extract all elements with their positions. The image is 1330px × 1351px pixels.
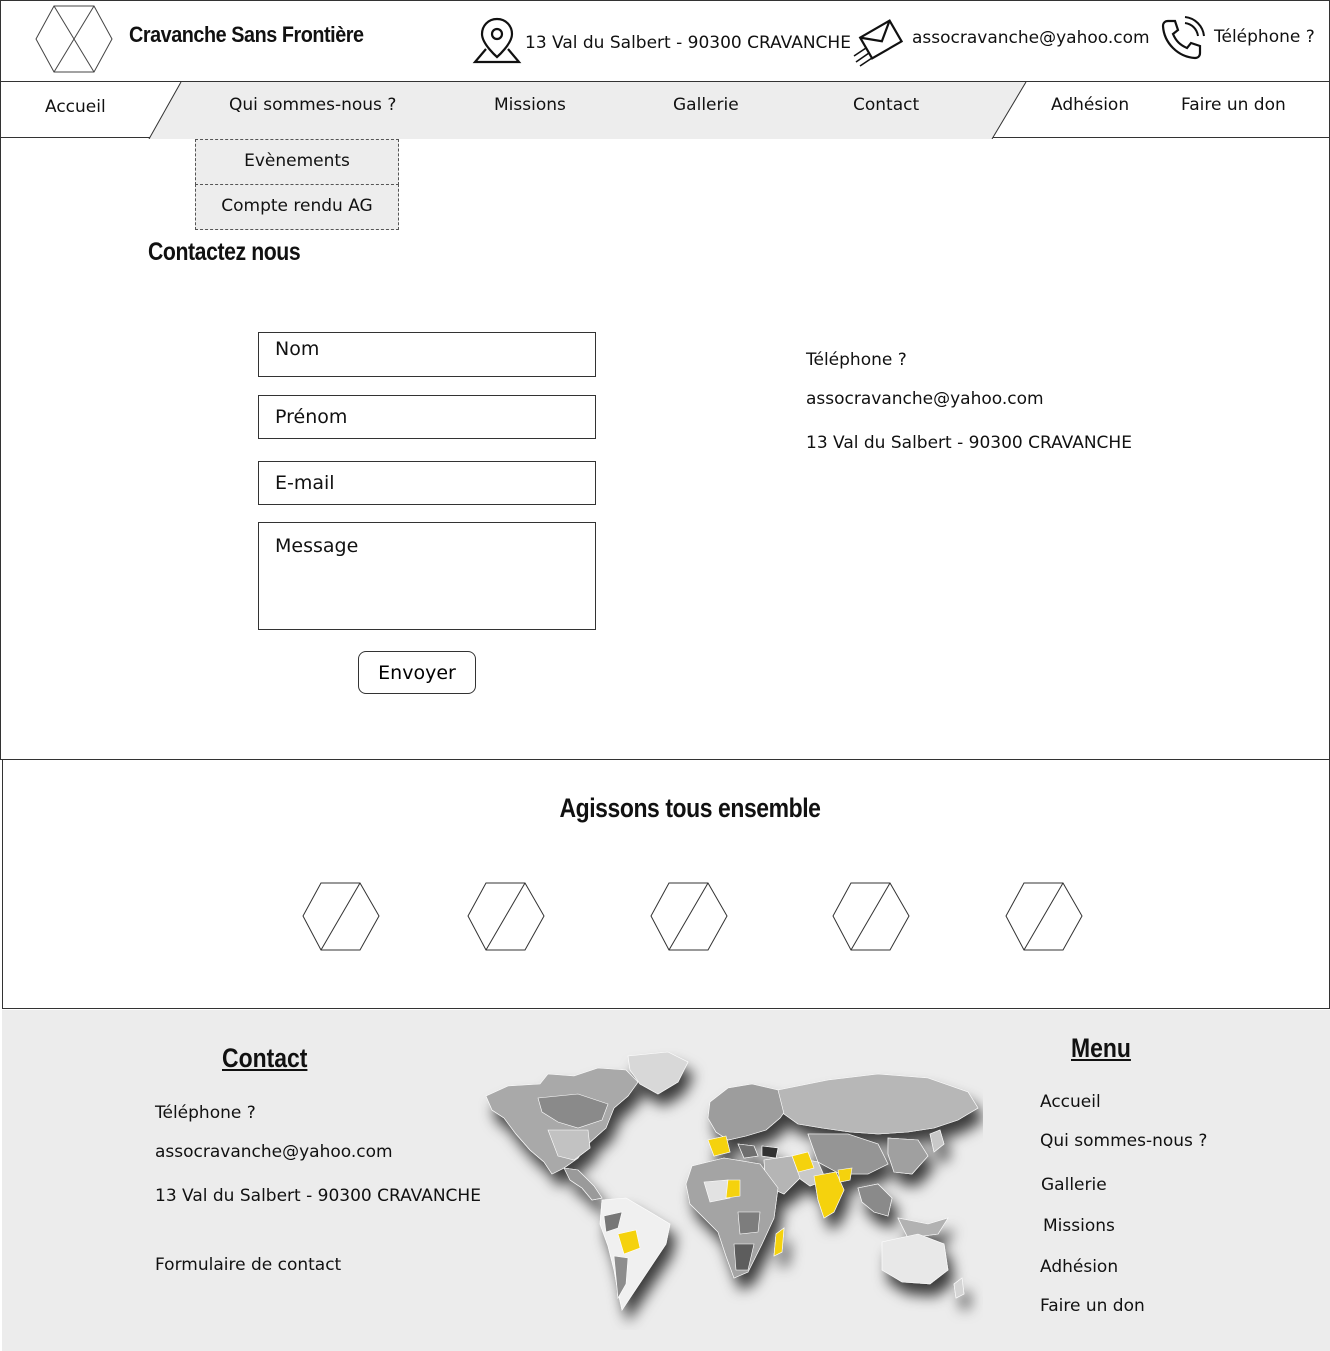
message-field[interactable] xyxy=(258,522,596,630)
world-map-icon xyxy=(485,1051,979,1311)
dropdown-item-evenements[interactable]: Evènements xyxy=(195,139,399,185)
nav-band xyxy=(148,82,1027,139)
main-nav: Accueil Qui sommes-nous ? Missions Galle… xyxy=(0,81,1330,139)
contact-info-phone: Téléphone ? xyxy=(806,350,907,370)
footer-contact-form-link[interactable]: Formulaire de contact xyxy=(155,1255,341,1275)
footer-menu-faire-un-don[interactable]: Faire un don xyxy=(1040,1296,1145,1316)
footer-menu-gallerie[interactable]: Gallerie xyxy=(1041,1175,1107,1195)
footer-email[interactable]: assocravanche@yahoo.com xyxy=(155,1142,393,1162)
header-phone[interactable]: Téléphone ? xyxy=(1214,27,1315,47)
footer-menu-accueil[interactable]: Accueil xyxy=(1040,1092,1101,1112)
footer-address: 13 Val du Salbert - 90300 CRAVANCHE xyxy=(155,1186,481,1206)
partner-logo-icon[interactable] xyxy=(650,882,728,951)
footer-menu-missions[interactable]: Missions xyxy=(1043,1216,1115,1236)
header-email[interactable]: assocravanche@yahoo.com xyxy=(912,28,1150,48)
nav-item-contact[interactable]: Contact xyxy=(853,95,919,115)
nav-item-gallerie[interactable]: Gallerie xyxy=(673,95,739,115)
partner-logo-icon[interactable] xyxy=(1005,882,1083,951)
partner-logo-icon[interactable] xyxy=(302,882,380,951)
nav-item-adhesion[interactable]: Adhésion xyxy=(1051,95,1129,115)
contact-title: Contactez nous xyxy=(148,238,301,266)
dropdown-item-compte-rendu-ag[interactable]: Compte rendu AG xyxy=(195,184,399,230)
partner-logo-icon[interactable] xyxy=(467,882,545,951)
footer-menu-qui-sommes-nous[interactable]: Qui sommes-nous ? xyxy=(1040,1131,1207,1151)
partners-title: Agissons tous ensemble xyxy=(559,793,821,823)
footer-menu-heading: Menu xyxy=(1071,1033,1131,1063)
nav-item-qui-sommes-nous[interactable]: Qui sommes-nous ? xyxy=(229,95,396,115)
firstname-field[interactable] xyxy=(258,395,596,439)
logo-placeholder-icon[interactable] xyxy=(34,4,114,74)
site-title[interactable]: Cravanche Sans Frontière xyxy=(129,22,364,48)
contact-info-address: 13 Val du Salbert - 90300 CRAVANCHE xyxy=(806,433,1132,453)
partner-logo-icon[interactable] xyxy=(832,882,910,951)
footer-menu-adhesion[interactable]: Adhésion xyxy=(1040,1257,1118,1277)
phone-icon xyxy=(1161,16,1205,60)
nav-item-faire-un-don[interactable]: Faire un don xyxy=(1181,95,1286,115)
name-field[interactable] xyxy=(258,332,596,377)
email-field[interactable] xyxy=(258,461,596,505)
footer-phone: Téléphone ? xyxy=(155,1103,256,1123)
nav-item-missions[interactable]: Missions xyxy=(494,95,566,115)
contact-info-email[interactable]: assocravanche@yahoo.com xyxy=(806,389,1044,409)
envelope-icon xyxy=(853,19,904,67)
footer-contact-heading: Contact xyxy=(222,1043,308,1073)
send-button[interactable]: Envoyer xyxy=(358,651,476,694)
nav-item-accueil[interactable]: Accueil xyxy=(45,97,106,117)
header-address: 13 Val du Salbert - 90300 CRAVANCHE xyxy=(525,33,851,53)
map-pin-icon xyxy=(472,17,522,64)
